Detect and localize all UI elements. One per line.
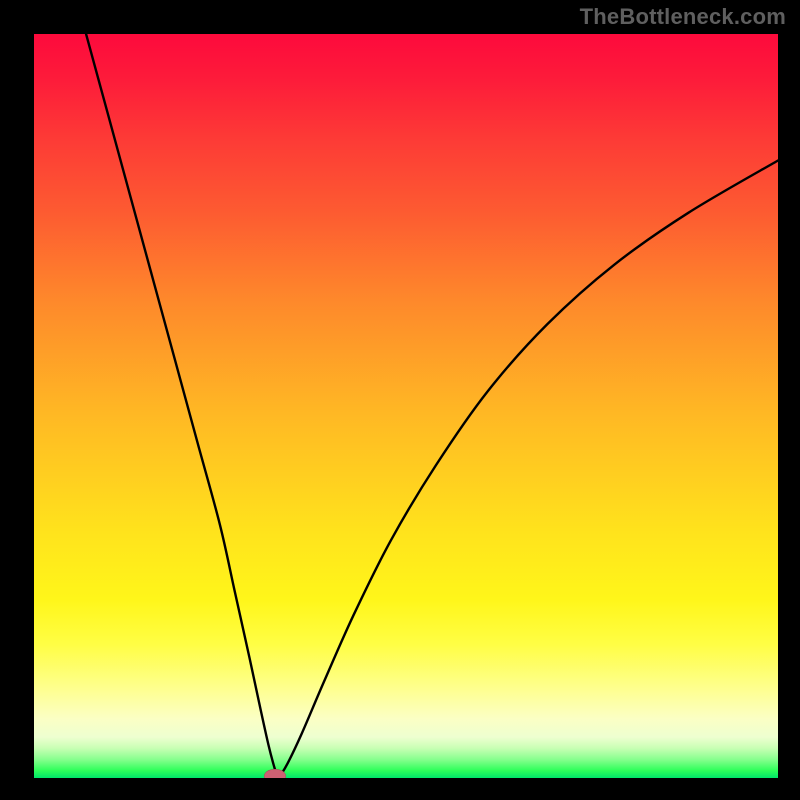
plot-viewport: [34, 34, 778, 778]
attribution-text: TheBottleneck.com: [580, 4, 786, 30]
chart-frame: TheBottleneck.com: [0, 0, 800, 800]
bottleneck-curve: [34, 34, 778, 778]
minimum-marker: [264, 769, 286, 778]
